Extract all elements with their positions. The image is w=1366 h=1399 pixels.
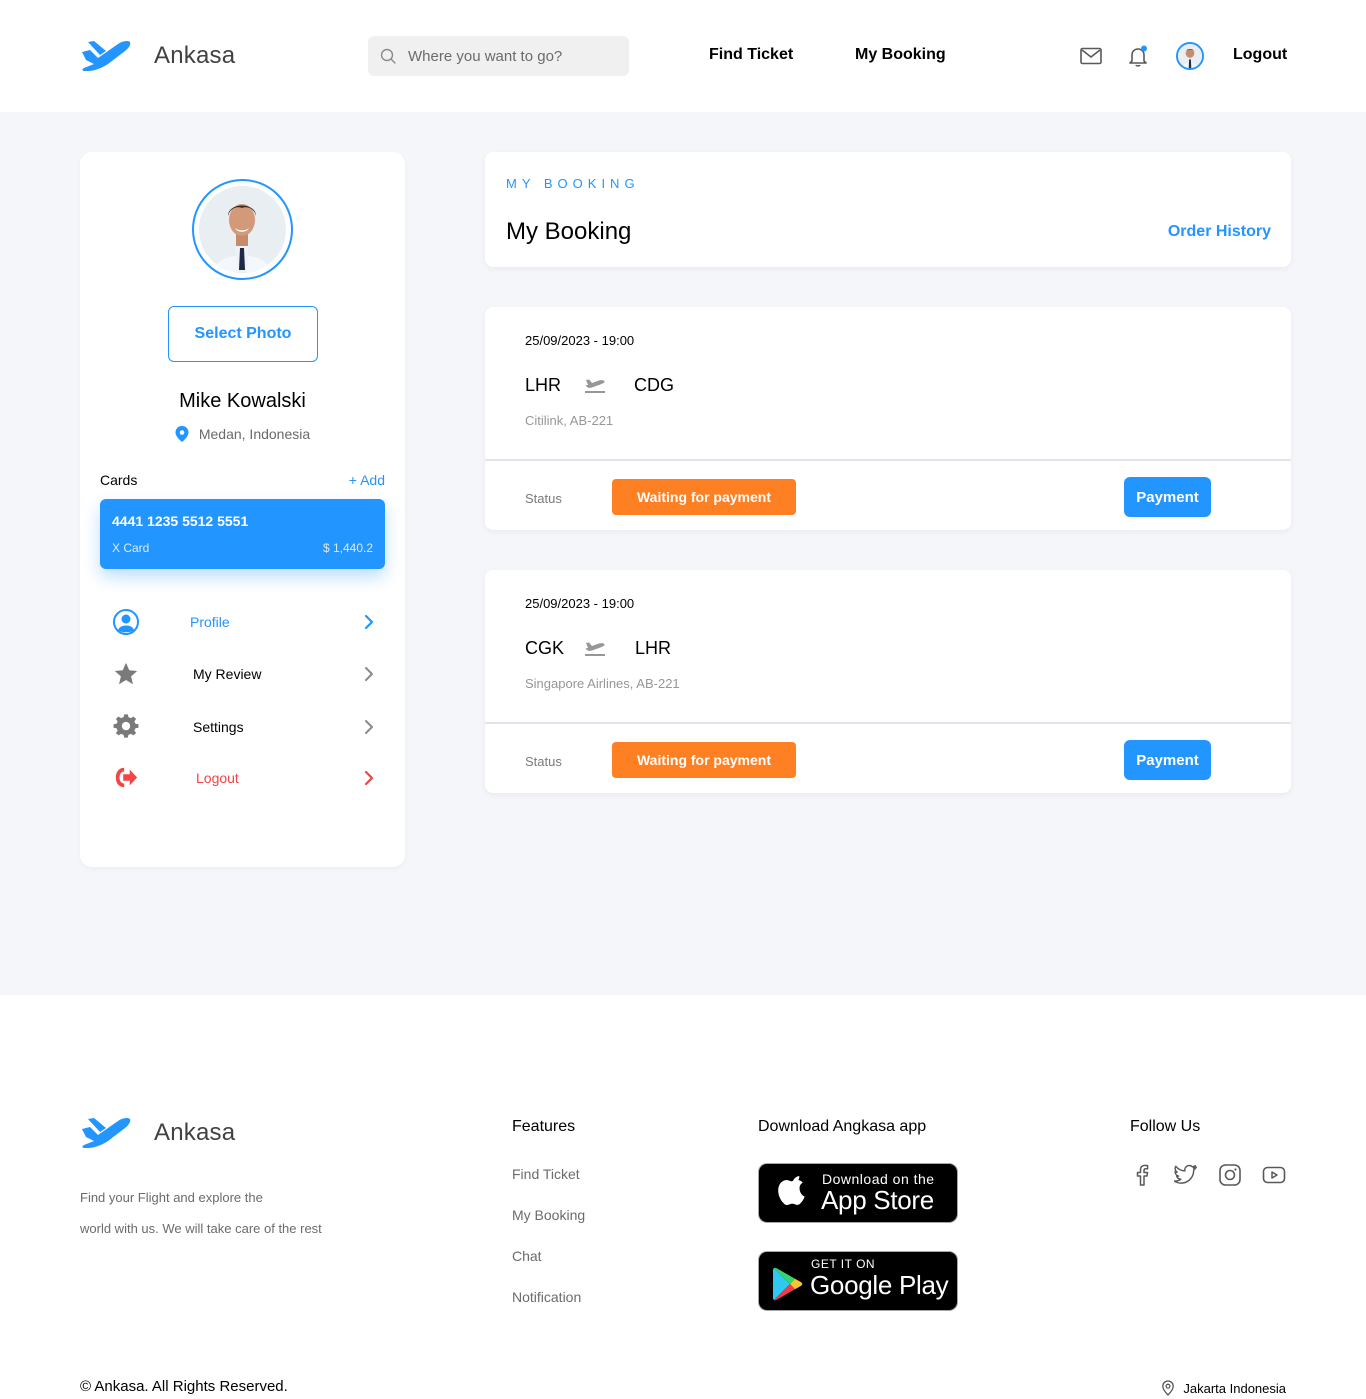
user-location: Medan, Indonesia — [80, 426, 405, 442]
google-play-button[interactable]: GET IT ON Google Play — [758, 1251, 958, 1311]
footer-link-notification[interactable]: Notification — [512, 1289, 581, 1305]
booking-item: 25/09/2023 - 19:00 CGK LHR Singapore Air… — [485, 570, 1291, 793]
plane-icon — [585, 642, 605, 656]
brand-logo[interactable]: Ankasa — [80, 38, 235, 74]
divider — [485, 459, 1291, 461]
logout-icon — [112, 764, 140, 792]
divider — [485, 722, 1291, 724]
menu-item-label: Profile — [190, 614, 230, 630]
origin-code: CGK — [525, 638, 565, 658]
google-play-big-text: Google Play — [810, 1270, 949, 1300]
copyright-text: © Ankasa. All Rights Reserved. — [80, 1378, 288, 1395]
twitter-icon[interactable] — [1174, 1163, 1198, 1187]
status-label: Status — [525, 491, 562, 506]
booking-datetime: 25/09/2023 - 19:00 — [525, 596, 635, 611]
bell-icon[interactable] — [1126, 44, 1150, 68]
profile-sidebar: Select Photo Mike Kowalski Medan, Indone… — [80, 152, 405, 867]
footer-link-chat[interactable]: Chat — [512, 1248, 542, 1264]
profile-photo — [199, 186, 285, 272]
footer-description-line: world with us. We will take care of the … — [80, 1221, 322, 1236]
footer-location: Jakarta Indonesia — [1161, 1380, 1286, 1396]
status-badge: Waiting for payment — [612, 479, 796, 515]
menu-item-logout[interactable]: Logout — [112, 760, 374, 796]
chevron-right-icon — [365, 720, 373, 734]
menu-item-profile[interactable]: Profile — [112, 604, 374, 640]
search-input[interactable] — [408, 47, 608, 65]
card-balance: $ 1,440.2 — [322, 541, 373, 555]
status-label: Status — [525, 754, 562, 769]
plane-logo-icon — [82, 1117, 131, 1148]
destination-code: CDG — [634, 375, 674, 395]
star-icon — [112, 660, 140, 688]
destination-code: LHR — [635, 638, 672, 658]
follow-heading: Follow Us — [1130, 1118, 1201, 1135]
footer-brand-logo[interactable]: Ankasa — [80, 1115, 235, 1151]
card-type: X Card — [112, 541, 150, 555]
plane-logo-icon — [82, 40, 131, 71]
my-booking-header-card: MY BOOKING My Booking Order History — [485, 152, 1291, 267]
instagram-icon[interactable] — [1218, 1163, 1242, 1187]
footer-link-my-booking[interactable]: My Booking — [512, 1207, 585, 1223]
mail-icon[interactable] — [1079, 44, 1103, 68]
status-badge: Waiting for payment — [612, 742, 796, 778]
chevron-right-icon — [365, 667, 373, 681]
origin-code: LHR — [525, 375, 562, 395]
airline-info: Singapore Airlines, AB-221 — [525, 676, 680, 691]
features-heading: Features — [512, 1118, 576, 1135]
select-photo-button[interactable]: Select Photo — [168, 306, 318, 362]
payment-card[interactable]: 4441 1235 5512 5551 X Card $ 1,440.2 — [100, 499, 385, 569]
booking-item: 25/09/2023 - 19:00 LHR CDG Citilink, AB-… — [485, 307, 1291, 530]
payment-button[interactable]: Payment — [1124, 477, 1211, 517]
nav-my-booking[interactable]: My Booking — [855, 46, 946, 64]
section-eyebrow: MY BOOKING — [506, 176, 640, 191]
page-title: My Booking — [506, 218, 632, 245]
apple-icon — [778, 1176, 805, 1206]
user-name: Mike Kowalski — [179, 390, 306, 412]
footer-link-find-ticket[interactable]: Find Ticket — [512, 1166, 580, 1182]
user-avatar[interactable] — [1176, 42, 1204, 70]
add-card-link[interactable]: + Add — [349, 472, 385, 488]
app-store-button[interactable]: Download on the App Store — [758, 1163, 958, 1223]
gear-icon — [112, 713, 140, 741]
search-icon — [380, 48, 396, 64]
search-box[interactable] — [368, 36, 629, 76]
map-pin-icon — [1162, 1380, 1175, 1396]
card-number: 4441 1235 5512 5551 — [112, 513, 249, 529]
top-header: Ankasa Find Ticket My Booking Logout — [0, 0, 1366, 112]
avatar-photo — [1178, 44, 1202, 68]
payment-button[interactable]: Payment — [1124, 740, 1211, 780]
app-store-big-text: App Store — [821, 1185, 934, 1215]
brand-name: Ankasa — [154, 1119, 236, 1146]
menu-item-my-review[interactable]: My Review — [112, 656, 374, 692]
menu-item-settings[interactable]: Settings — [112, 709, 374, 745]
plane-icon — [585, 379, 605, 393]
footer-description-line: Find your Flight and explore the — [80, 1190, 263, 1205]
order-history-link[interactable]: Order History — [1168, 223, 1271, 241]
cards-label: Cards — [100, 472, 138, 488]
youtube-icon[interactable] — [1262, 1163, 1286, 1187]
brand-name: Ankasa — [154, 42, 236, 69]
user-location-text: Medan, Indonesia — [198, 426, 311, 442]
airline-info: Citilink, AB-221 — [525, 413, 614, 428]
map-pin-icon — [175, 426, 189, 442]
facebook-icon[interactable] — [1130, 1163, 1154, 1187]
chevron-right-icon — [364, 614, 374, 630]
profile-avatar — [192, 179, 293, 280]
google-play-small-text: GET IT ON — [811, 1257, 876, 1271]
header-logout-link[interactable]: Logout — [1233, 46, 1287, 64]
download-heading: Download Angkasa app — [758, 1118, 927, 1135]
footer-location-text: Jakarta Indonesia — [1183, 1380, 1286, 1396]
chevron-right-icon — [364, 770, 374, 786]
booking-datetime: 25/09/2023 - 19:00 — [525, 333, 635, 348]
nav-find-ticket[interactable]: Find Ticket — [709, 46, 793, 64]
footer-description: Find your Flight and explore the world w… — [80, 1182, 360, 1244]
user-circle-icon — [112, 608, 140, 636]
site-footer: Ankasa Find your Flight and explore the … — [0, 995, 1366, 1399]
menu-item-label: Settings — [193, 719, 244, 735]
menu-item-label: Logout — [196, 770, 239, 786]
menu-item-label: My Review — [193, 666, 262, 682]
google-play-icon — [773, 1267, 803, 1301]
